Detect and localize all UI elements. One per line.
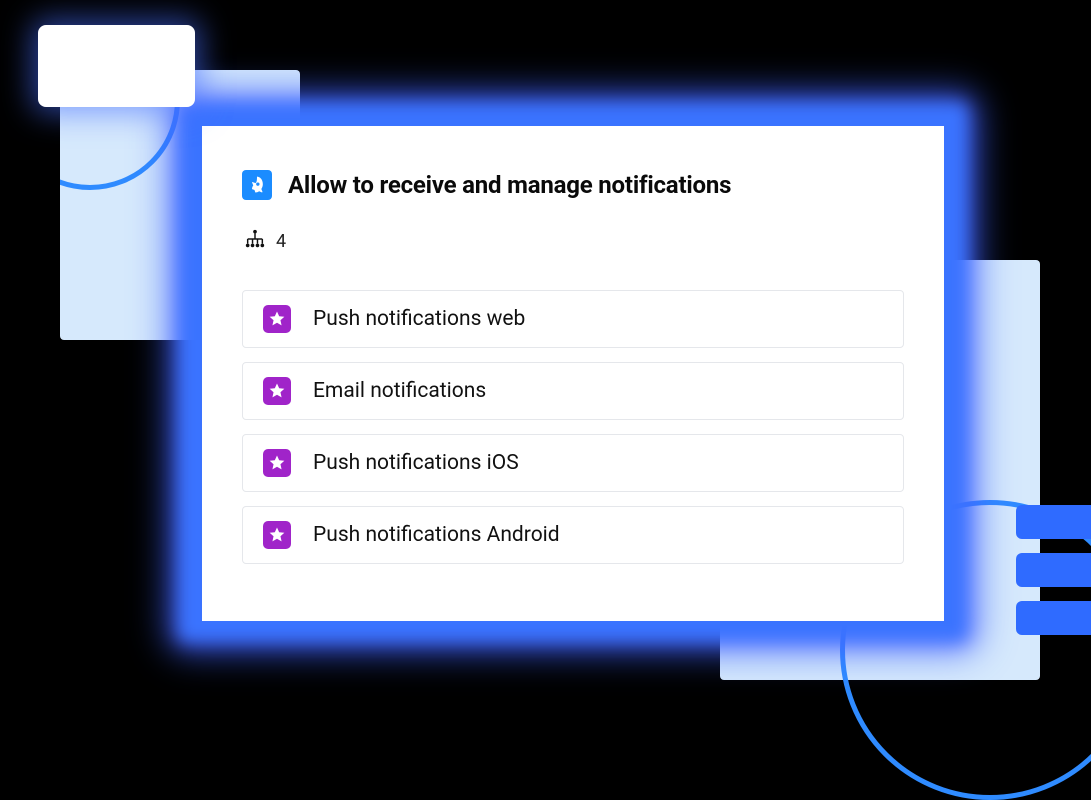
- list-item[interactable]: Push notifications Android: [242, 506, 904, 564]
- epic-title: Allow to receive and manage notification…: [288, 171, 731, 199]
- list-item-label: Email notifications: [313, 379, 486, 403]
- rocket-icon: [242, 170, 272, 200]
- list-item-label: Push notifications Android: [313, 523, 560, 547]
- epic-card: Allow to receive and manage notification…: [202, 126, 944, 621]
- list-item[interactable]: Email notifications: [242, 362, 904, 420]
- list-item[interactable]: Push notifications iOS: [242, 434, 904, 492]
- decorative-bars: [1016, 505, 1091, 635]
- hierarchy-icon: [244, 228, 266, 254]
- list-item-label: Push notifications iOS: [313, 451, 519, 475]
- child-list: Push notifications web Email notificatio…: [242, 290, 904, 564]
- star-icon: [263, 521, 291, 549]
- list-item[interactable]: Push notifications web: [242, 290, 904, 348]
- star-icon: [263, 305, 291, 333]
- child-count-value: 4: [276, 231, 286, 252]
- list-item-label: Push notifications web: [313, 307, 525, 331]
- star-icon: [263, 449, 291, 477]
- epic-header: Allow to receive and manage notification…: [242, 170, 904, 200]
- star-icon: [263, 377, 291, 405]
- decorative-small-card: [38, 25, 195, 107]
- child-count: 4: [244, 228, 904, 254]
